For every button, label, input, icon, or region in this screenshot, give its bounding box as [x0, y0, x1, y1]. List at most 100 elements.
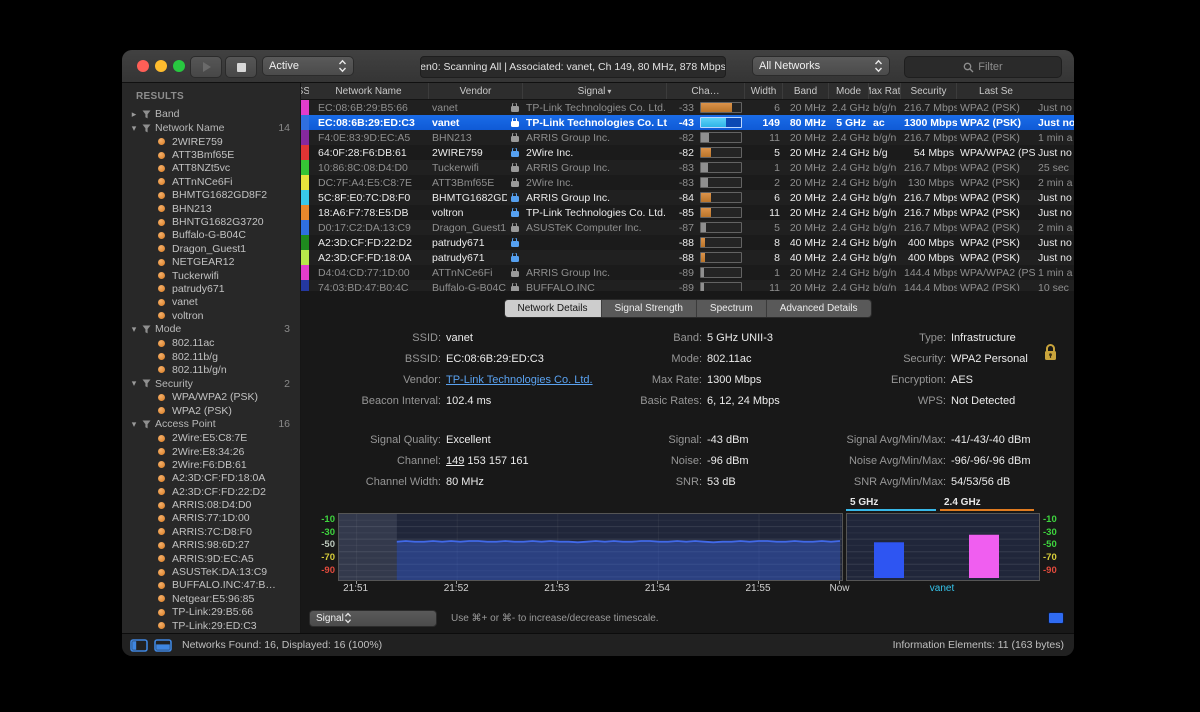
sidebar-item[interactable]: 802.11ac	[122, 336, 300, 349]
sidebar-item[interactable]: BHMTG1682GD8F2	[122, 189, 300, 202]
vendor-link[interactable]: TP-Link Technologies Co. Ltd.	[446, 374, 593, 386]
network-info-value[interactable]: TP-Link Technologies Co. Ltd.	[446, 374, 611, 386]
column-header-cha-[interactable]: Cha…	[667, 83, 745, 99]
sidebar-item[interactable]: ASUSTeK:DA:13:C9	[122, 565, 300, 578]
column-header-mode[interactable]: Mode	[829, 83, 869, 99]
disclosure-triangle-icon[interactable]: ▾	[128, 123, 140, 134]
sidebar-item[interactable]: WPA2 (PSK)	[122, 404, 300, 417]
column-header-network-name[interactable]: Network Name	[309, 83, 429, 99]
table-row[interactable]: A2:3D:CF:FD:18:0Apatrudy671-88840 MHz2.4…	[301, 250, 1074, 265]
primary-channel[interactable]: 149	[446, 455, 464, 467]
table-row[interactable]: 74:03:BD:47:B0:4CBuffalo-G-B04CBUFFALO.I…	[301, 280, 1074, 291]
sidebar-section-mode[interactable]: ▾Mode3	[122, 322, 300, 336]
tab-network-details[interactable]: Network Details	[504, 300, 601, 317]
chart-metric-dropdown[interactable]: Signal	[309, 610, 437, 627]
sidebar-item[interactable]: A2:3D:CF:FD:18:0A	[122, 472, 300, 485]
disclosure-triangle-icon[interactable]: ▾	[128, 419, 140, 430]
column-header-last-se[interactable]: Last Se	[957, 83, 1035, 99]
tab-advanced-details[interactable]: Advanced Details	[767, 300, 871, 317]
sidebar-item-label: WPA/WPA2 (PSK)	[172, 391, 258, 403]
cell-security: WPA2 (PSK)	[957, 207, 1035, 219]
filter-search-input[interactable]: Filter	[904, 56, 1062, 78]
sidebar-item[interactable]: 802.11b/g	[122, 350, 300, 363]
sidebar-section-access-point[interactable]: ▾Access Point16	[122, 417, 300, 431]
sidebar-item[interactable]: ARRIS:9D:EC:A5	[122, 552, 300, 565]
sidebar-item[interactable]: WPA/WPA2 (PSK)	[122, 391, 300, 404]
signal-strength-fill	[701, 238, 705, 247]
sidebar-item[interactable]: 802.11b/g/n	[122, 363, 300, 376]
table-row[interactable]: DC:7F:A4:E5:C8:7EATT3Bmf65E2Wire Inc.-83…	[301, 175, 1074, 190]
sidebar-item[interactable]: voltron	[122, 309, 300, 322]
table-row[interactable]: EC:08:6B:29:ED:C3vanetTP-Link Technologi…	[301, 115, 1074, 130]
disclosure-triangle-icon[interactable]: ▸	[128, 109, 140, 120]
cell-max-rate: 216.7 Mbps	[901, 132, 957, 144]
toggle-sidebar-icon[interactable]	[130, 639, 148, 652]
column-header-vendor[interactable]: Vendor	[429, 83, 523, 99]
sidebar-item[interactable]: 2Wire:F6:DB:61	[122, 458, 300, 471]
column-header-signal[interactable]: Signal▾	[523, 83, 667, 99]
sidebar-item-label: ATT3Bmf65E	[172, 149, 234, 161]
sidebar-item[interactable]: 2WIRE759	[122, 135, 300, 148]
scan-mode-dropdown[interactable]: Active	[262, 56, 354, 76]
sidebar-item[interactable]: ARRIS:08:D4:D0	[122, 498, 300, 511]
sidebar-item[interactable]: A2:3D:CF:FD:22:D2	[122, 485, 300, 498]
network-filter-dropdown[interactable]: All Networks	[752, 56, 890, 76]
details-tab-bar: Network DetailsSignal StrengthSpectrumAd…	[503, 299, 871, 318]
toggle-details-pane-icon[interactable]	[154, 639, 172, 652]
sidebar-item[interactable]: 2Wire:E5:C8:7E	[122, 431, 300, 444]
table-row[interactable]: 18:A6:F7:78:E5:DBvoltronTP-Link Technolo…	[301, 205, 1074, 220]
sidebar-section-band[interactable]: ▸Band	[122, 107, 300, 121]
sidebar-item[interactable]: Netgear:E5:96:85	[122, 592, 300, 605]
column-header-bssid[interactable]: BSSID	[301, 83, 309, 99]
table-row[interactable]: 5C:8F:E0:7C:D8:F0BHMTG1682GD8F2ARRIS Gro…	[301, 190, 1074, 205]
sidebar-section-security[interactable]: ▾Security2	[122, 377, 300, 391]
table-row[interactable]: EC:08:6B:29:B5:66vanetTP-Link Technologi…	[301, 100, 1074, 115]
cell-mode: b/g/n	[869, 177, 901, 189]
disclosure-triangle-icon[interactable]: ▾	[128, 378, 140, 389]
table-row[interactable]: 64:0F:28:F6:DB:612WIRE7592Wire Inc.-8252…	[301, 145, 1074, 160]
sidebar-item[interactable]: ATTnNCe6Fi	[122, 175, 300, 188]
column-header-max-rate[interactable]: Max Rate	[869, 83, 901, 99]
sidebar-item[interactable]: ATT8NZt5vc	[122, 162, 300, 175]
sidebar-item[interactable]: ARRIS:77:1D:00	[122, 512, 300, 525]
close-window-button[interactable]	[137, 60, 149, 72]
zoom-window-button[interactable]	[173, 60, 185, 72]
column-header-band[interactable]: Band	[783, 83, 829, 99]
stop-scan-button[interactable]	[225, 56, 257, 78]
cell-max-rate: 216.7 Mbps	[901, 192, 957, 204]
sidebar-item[interactable]: Tuckerwifi	[122, 269, 300, 282]
tab-spectrum[interactable]: Spectrum	[697, 300, 767, 317]
table-row[interactable]: 10:86:8C:08:D4:D0TuckerwifiARRIS Group I…	[301, 160, 1074, 175]
table-row[interactable]: D4:04:CD:77:1D:00ATTnNCe6FiARRIS Group I…	[301, 265, 1074, 280]
disclosure-triangle-icon[interactable]: ▾	[128, 324, 140, 335]
sidebar-item[interactable]: ATT3Bmf65E	[122, 148, 300, 161]
sidebar-item[interactable]: Buffalo-G-B04C	[122, 229, 300, 242]
chevron-up-down-icon	[344, 612, 352, 624]
sidebar-item[interactable]: TP-Link:29:ED:C3	[122, 619, 300, 632]
column-header-width[interactable]: Width	[745, 83, 783, 99]
start-scan-button[interactable]	[190, 56, 222, 78]
network-color-strip	[301, 175, 309, 190]
table-body[interactable]: EC:08:6B:29:B5:66vanetTP-Link Technologi…	[301, 100, 1074, 291]
sidebar-item[interactable]: vanet	[122, 296, 300, 309]
table-row[interactable]: D0:17:C2:DA:13:C9Dragon_Guest1ASUSTeK Co…	[301, 220, 1074, 235]
minimize-window-button[interactable]	[155, 60, 167, 72]
sidebar-item[interactable]: NETGEAR12	[122, 256, 300, 269]
orange-dot-icon	[158, 448, 165, 455]
sidebar-item[interactable]: BHNTG1682G3720	[122, 215, 300, 228]
sidebar-item[interactable]: BUFFALO.INC:47:B…	[122, 579, 300, 592]
sidebar-item[interactable]: patrudy671	[122, 282, 300, 295]
sidebar-item[interactable]: ARRIS:98:6D:27	[122, 539, 300, 552]
sidebar-item[interactable]: ARRIS:7C:D8:F0	[122, 525, 300, 538]
sidebar-item[interactable]: 2Wire:E8:34:26	[122, 445, 300, 458]
tab-signal-strength[interactable]: Signal Strength	[602, 300, 697, 317]
cell-security: WPA2 (PSK)	[957, 222, 1035, 234]
sidebar-item[interactable]: TP-Link:29:B5:66	[122, 606, 300, 619]
table-row[interactable]: A2:3D:CF:FD:22:D2patrudy671-88840 MHz2.4…	[301, 235, 1074, 250]
table-row[interactable]: F4:0E:83:9D:EC:A5BHN213ARRIS Group Inc.-…	[301, 130, 1074, 145]
sidebar-item[interactable]: BHN213	[122, 202, 300, 215]
signal-strength-bar	[700, 222, 742, 233]
sidebar-section-network-name[interactable]: ▾Network Name14	[122, 121, 300, 135]
column-header-security[interactable]: Security	[901, 83, 957, 99]
sidebar-item[interactable]: Dragon_Guest1	[122, 242, 300, 255]
